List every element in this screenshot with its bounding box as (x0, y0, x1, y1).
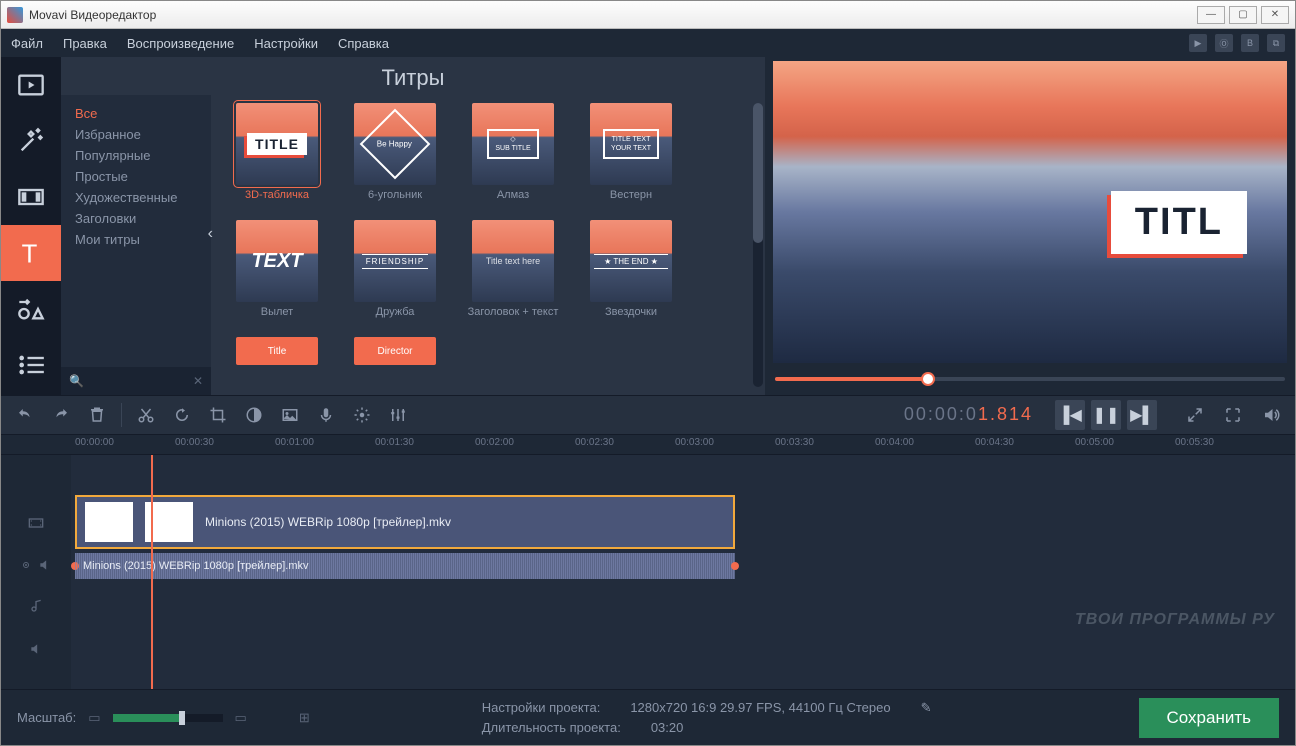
video-track-icon (1, 495, 71, 551)
category-popular[interactable]: Популярные (61, 145, 211, 166)
category-artistic[interactable]: Художественные (61, 187, 211, 208)
save-button[interactable]: Сохранить (1139, 698, 1279, 738)
undo-button[interactable] (9, 399, 41, 431)
menu-playback[interactable]: Воспроизведение (127, 36, 234, 51)
time-ruler[interactable]: 00:00:00 00:00:30 00:01:00 00:01:30 00:0… (1, 435, 1295, 455)
linked-audio-icons (1, 551, 71, 579)
filters-tool[interactable] (1, 113, 61, 169)
youtube-icon[interactable]: ▶ (1189, 34, 1207, 52)
popout-button[interactable] (1179, 399, 1211, 431)
audio-track-icon (1, 579, 71, 635)
vk-icon[interactable]: B (1241, 34, 1259, 52)
footer: Масштаб: ▭ ▭ ⊞ Настройки проекта: 1280x72… (1, 689, 1295, 745)
timecode: 00:00:01.814 (904, 404, 1033, 426)
titles-tool[interactable]: T (1, 225, 61, 281)
delete-button[interactable] (81, 399, 113, 431)
prev-frame-button[interactable]: ▐◀ (1055, 400, 1085, 430)
panel-title: Титры (61, 57, 765, 95)
edit-toolbar: 00:00:01.814 ▐◀ ❚❚ ▶▌ (1, 395, 1295, 435)
clip-thumbnail (85, 502, 133, 542)
edit-settings-icon[interactable]: ✎ (921, 700, 932, 716)
more-tool[interactable] (1, 337, 61, 393)
preview-canvas[interactable]: TITL (773, 61, 1287, 363)
category-list: Все Избранное Популярные Простые Художес… (61, 95, 211, 395)
title-thumb[interactable]: TITLE TEXTYOUR TEXTВестерн (577, 103, 685, 202)
media-tool[interactable] (1, 57, 61, 113)
zoom-label: Масштаб: (17, 710, 76, 725)
category-simple[interactable]: Простые (61, 166, 211, 187)
preview-title-overlay: TITL (1111, 191, 1247, 254)
close-button[interactable]: ✕ (1261, 6, 1289, 24)
project-settings-label: Настройки проекта: (482, 700, 601, 716)
tool-sidebar: T (1, 57, 61, 395)
next-frame-button[interactable]: ▶▌ (1127, 400, 1157, 430)
category-all[interactable]: Все (61, 103, 211, 124)
menubar: Файл Правка Воспроизведение Настройки Сп… (1, 29, 1295, 57)
search-clear-icon[interactable]: ✕ (193, 374, 203, 388)
window-title: Movavi Видеоредактор (29, 8, 156, 22)
fullscreen-button[interactable] (1217, 399, 1249, 431)
pause-button[interactable]: ❚❚ (1091, 400, 1121, 430)
category-headers[interactable]: Заголовки (61, 208, 211, 229)
preview-panel: TITL (765, 57, 1295, 395)
menu-edit[interactable]: Правка (63, 36, 107, 51)
zoom-slider[interactable] (113, 714, 223, 722)
share-icon[interactable]: ⧉ (1267, 34, 1285, 52)
title-thumb[interactable]: Title text hereЗаголовок + текст (459, 220, 567, 319)
title-thumb[interactable]: TEXTВылет (223, 220, 331, 319)
search-icon[interactable]: 🔍 (69, 374, 84, 388)
ok-icon[interactable]: Ⓞ (1215, 34, 1233, 52)
menu-settings[interactable]: Настройки (254, 36, 318, 51)
menu-help[interactable]: Справка (338, 36, 389, 51)
title-thumb[interactable]: TITLE3D-табличка (223, 103, 331, 202)
timeline[interactable]: Minions (2015) WEBRip 1080p [трейлер].mk… (1, 455, 1295, 689)
project-duration-label: Длительность проекта: (482, 720, 621, 735)
title-thumb[interactable]: ◇SUB TITLEАлмаз (459, 103, 567, 202)
video-clip[interactable]: Minions (2015) WEBRip 1080p [трейлер].mk… (75, 495, 735, 549)
scrollbar[interactable] (753, 103, 763, 387)
project-duration-value: 03:20 (651, 720, 684, 735)
mute-icon[interactable] (1, 635, 71, 663)
record-audio-button[interactable] (310, 399, 342, 431)
volume-button[interactable] (1255, 399, 1287, 431)
project-settings-value: 1280x720 16:9 29.97 FPS, 44100 Гц Стерео (630, 700, 890, 716)
category-my[interactable]: Мои титры (61, 229, 211, 250)
maximize-button[interactable]: ▢ (1229, 6, 1257, 24)
zoom-out-icon[interactable]: ▭ (88, 710, 100, 726)
category-favorites[interactable]: Избранное (61, 124, 211, 145)
title-thumb[interactable]: Be Happy6-угольник (341, 103, 449, 202)
title-thumb[interactable]: Director (341, 337, 449, 365)
color-button[interactable] (238, 399, 270, 431)
clip-properties-button[interactable] (346, 399, 378, 431)
redo-button[interactable] (45, 399, 77, 431)
equalizer-button[interactable] (382, 399, 414, 431)
svg-text:T: T (22, 240, 38, 267)
zoom-in-icon[interactable]: ▭ (235, 710, 247, 726)
transitions-tool[interactable] (1, 169, 61, 225)
crop-button[interactable] (202, 399, 234, 431)
image-button[interactable] (274, 399, 306, 431)
playhead[interactable] (151, 455, 153, 689)
minimize-button[interactable]: — (1197, 6, 1225, 24)
cut-button[interactable] (130, 399, 162, 431)
search-row: 🔍 ✕ (61, 367, 211, 395)
title-thumb[interactable]: FRIENDSHIPДружба (341, 220, 449, 319)
titlebar: Movavi Видеоредактор — ▢ ✕ (1, 1, 1295, 29)
fit-icon[interactable]: ⊞ (299, 710, 310, 726)
title-thumb[interactable]: Title (223, 337, 331, 365)
title-thumb[interactable]: ★ THE END ★Звездочки (577, 220, 685, 319)
title-thumbnails: TITLE3D-табличка Be Happy6-угольник ◇SUB… (211, 95, 765, 395)
audio-clip[interactable]: Minions (2015) WEBRip 1080p [трейлер].mk… (75, 553, 735, 579)
rotate-button[interactable] (166, 399, 198, 431)
app-logo-icon (7, 7, 23, 23)
menu-file[interactable]: Файл (11, 36, 43, 51)
stickers-tool[interactable] (1, 281, 61, 337)
preview-scrubber[interactable] (775, 369, 1285, 389)
